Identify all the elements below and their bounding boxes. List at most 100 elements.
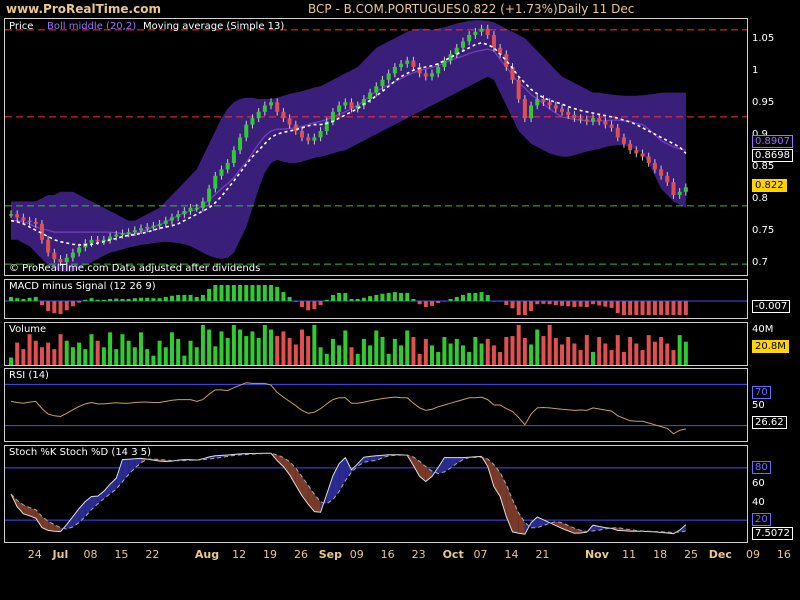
candle — [411, 60, 416, 67]
candle — [21, 217, 26, 221]
stoch-fill — [128, 458, 135, 475]
macd-bar — [89, 298, 94, 301]
volume-bar — [584, 335, 589, 365]
macd-bar — [590, 301, 595, 305]
candle — [46, 239, 51, 253]
candle — [337, 105, 342, 112]
candle — [529, 105, 534, 119]
volume-bar — [132, 347, 137, 365]
macd-bar — [58, 301, 63, 314]
candle — [547, 102, 552, 106]
candle — [374, 86, 379, 93]
volume-bar — [380, 337, 385, 365]
candle — [15, 214, 20, 218]
macd-bar — [553, 301, 558, 306]
volume-bar — [89, 334, 94, 365]
date-tick: 25 — [684, 548, 699, 561]
macd-bar — [145, 297, 150, 301]
macd-bar — [15, 298, 20, 301]
volume-chart-svg — [9, 325, 688, 365]
macd-bar — [566, 301, 571, 307]
volume-bar — [454, 338, 459, 365]
macd-bar — [417, 301, 422, 305]
candle — [349, 102, 354, 109]
stoch-fill — [444, 457, 451, 472]
macd-bar — [269, 285, 274, 301]
candle — [485, 28, 490, 35]
rsi-line — [10, 382, 686, 435]
macd-bar — [250, 285, 255, 301]
candle — [386, 73, 391, 80]
volume-bar — [343, 330, 348, 365]
candle — [510, 67, 515, 80]
date-tick: 09 — [745, 548, 760, 561]
macd-bar — [374, 294, 379, 301]
macd-bar — [70, 301, 75, 307]
volume-bar — [361, 338, 366, 365]
price-note: © ProRealTime.com Data adjusted after di… — [9, 263, 261, 274]
macd-bar — [516, 301, 521, 315]
macd-bar — [640, 301, 645, 315]
macd-bar — [609, 301, 614, 308]
price-value-box: 0.8698 — [752, 148, 793, 162]
volume-bar — [572, 343, 577, 365]
candle — [652, 163, 657, 170]
volume-bar — [355, 353, 360, 365]
volume-bar — [423, 338, 428, 365]
stoch-tick-60: 60 — [752, 478, 765, 489]
macd-bar — [337, 292, 342, 301]
macd-bar — [522, 301, 527, 315]
macd-bar — [454, 296, 459, 301]
stoch-panel[interactable]: Stoch %K Stoch %D (14 3 5) — [4, 445, 748, 543]
rsi-title: RSI (14) — [9, 370, 49, 381]
volume-bar — [244, 336, 249, 365]
date-tick: 23 — [411, 548, 426, 561]
rsi-70-box: 70 — [752, 386, 771, 399]
rsi-panel[interactable]: RSI (14) — [4, 368, 748, 442]
volume-bar — [213, 346, 218, 365]
macd-bar — [176, 294, 181, 301]
macd-bar — [597, 301, 602, 306]
volume-bar — [163, 347, 168, 365]
candle — [299, 131, 304, 138]
macd-bar — [541, 301, 546, 304]
macd-bar — [182, 294, 187, 301]
date-tick: 18 — [653, 548, 668, 561]
macd-bar — [380, 293, 385, 301]
macd-bar — [659, 301, 664, 315]
volume-bar — [269, 329, 274, 365]
volume-panel[interactable]: Volume — [4, 322, 748, 366]
candle — [677, 191, 682, 195]
volume-bar — [58, 334, 63, 365]
volume-bar — [448, 343, 453, 365]
volume-bar — [460, 345, 465, 365]
candle — [77, 247, 82, 253]
candle — [516, 79, 521, 99]
macd-bar — [628, 301, 633, 315]
volume-bar — [547, 325, 552, 365]
macd-bar — [479, 292, 484, 301]
macd-bar — [299, 301, 304, 308]
candle — [659, 169, 664, 176]
date-tick: 11 — [622, 548, 637, 561]
macd-bar — [200, 294, 205, 301]
volume-bar — [436, 351, 441, 365]
date-tick: 07 — [473, 548, 488, 561]
volume-tick-40m: 40M — [752, 324, 774, 335]
macd-panel[interactable]: MACD minus Signal (12 26 9) — [4, 279, 748, 319]
volume-bar — [126, 340, 131, 365]
volume-title: Volume — [9, 324, 47, 335]
candle — [553, 105, 558, 109]
candle — [256, 111, 261, 119]
volume-bar — [652, 341, 657, 365]
macd-bar — [207, 288, 212, 301]
site-label[interactable]: www.ProRealTime.com — [6, 2, 161, 16]
macd-bar — [405, 292, 410, 301]
volume-bar — [374, 330, 379, 365]
candle — [244, 124, 249, 138]
date-tick: 22 — [145, 548, 160, 561]
price-panel[interactable]: Price Boll middle (20,2) Moving average … — [4, 18, 748, 276]
macd-bar — [547, 301, 552, 305]
macd-bar — [665, 301, 670, 315]
volume-bar — [275, 336, 280, 365]
